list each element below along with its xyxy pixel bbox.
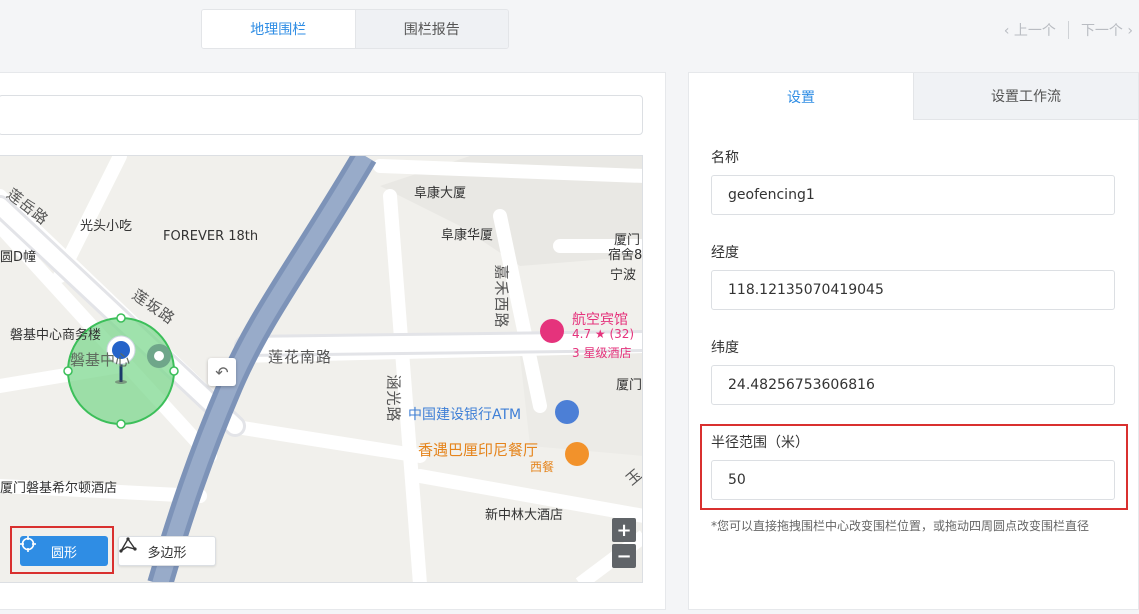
- longitude-field[interactable]: [711, 270, 1115, 310]
- hint-text: *您可以直接拖拽围栏中心改变围栏位置，或拖动四周圆点改变围栏直径: [711, 519, 1090, 533]
- next-button[interactable]: 下一个 ›: [1081, 20, 1133, 40]
- pager-divider: [1067, 21, 1069, 39]
- map-label: 4.7 ★ (32): [572, 327, 635, 341]
- map-label: 宁波: [610, 268, 637, 283]
- settings-panel: 设置 设置工作流 名称 经度 纬度 半径范围（米） *您可以直接拖拽围栏中心改变…: [688, 72, 1139, 610]
- undo-icon[interactable]: ↶: [208, 358, 236, 386]
- latitude-label: 纬度: [711, 340, 739, 356]
- map-label: 新中林大酒店: [485, 508, 564, 523]
- polygon-shape-label: 多边形: [147, 545, 187, 561]
- map-canvas[interactable]: 阜康大厦 阜康华厦 光头小吃 FOREVER 18th 莲岳路 厦门 宿舍8 宁…: [0, 155, 643, 583]
- top-tab-bar: 地理围栏 围栏报告: [201, 9, 509, 49]
- circle-shape-button[interactable]: 圆形: [20, 536, 108, 566]
- map-label: 磐基中心: [70, 351, 131, 369]
- tab-workflow[interactable]: 设置工作流: [913, 73, 1138, 120]
- map-label: 厦门: [616, 378, 643, 393]
- map-label: 3 星级酒店: [572, 346, 632, 360]
- zoom-in-button[interactable]: +: [612, 518, 636, 542]
- map-label: 厦门磐基希尔顿酒店: [0, 481, 118, 496]
- map-panel: 阜康大厦 阜康华厦 光头小吃 FOREVER 18th 莲岳路 厦门 宿舍8 宁…: [0, 72, 666, 610]
- circle-shape-label: 圆形: [50, 545, 77, 561]
- tab-geofence[interactable]: 地理围栏: [202, 10, 355, 48]
- map-search-input[interactable]: [0, 95, 643, 135]
- longitude-label: 经度: [711, 245, 739, 261]
- map-label: 圆D幢: [0, 250, 37, 265]
- pager: ‹ 上一个 下一个 ›: [1004, 20, 1133, 40]
- map-label: 光头小吃: [80, 219, 133, 234]
- name-field[interactable]: [711, 175, 1115, 215]
- polygon-shape-button[interactable]: 多边形: [118, 536, 216, 566]
- polygon-icon: [119, 537, 137, 553]
- name-label: 名称: [711, 150, 739, 166]
- crosshair-icon: [20, 536, 36, 552]
- latitude-field[interactable]: [711, 365, 1115, 405]
- map-label: 阜康大厦: [414, 186, 467, 201]
- map-label: 嘉禾西路: [492, 264, 511, 329]
- map-label: 宿舍8: [608, 248, 643, 263]
- map-label: FOREVER 18th: [163, 229, 259, 244]
- radius-label: 半径范围（米）: [711, 435, 809, 451]
- prev-button[interactable]: ‹ 上一个: [1004, 20, 1056, 40]
- map-label: 香遇巴厘印尼餐厅: [418, 441, 539, 459]
- map-label: 磐基中心商务楼: [10, 328, 102, 343]
- map-label: 航空宾馆: [572, 312, 628, 328]
- tab-settings[interactable]: 设置: [689, 73, 913, 120]
- zoom-out-button[interactable]: −: [612, 544, 636, 568]
- map-label: 涵光路: [384, 374, 403, 423]
- map-label: 中国建设银行ATM: [408, 407, 522, 423]
- radius-field[interactable]: [711, 460, 1115, 500]
- map-label: 西餐: [530, 460, 555, 474]
- settings-tab-bar: 设置 设置工作流: [689, 73, 1138, 120]
- map-label: 阜康华厦: [441, 228, 494, 243]
- map-label: 莲花南路: [268, 348, 333, 366]
- tab-fence-report[interactable]: 围栏报告: [354, 10, 508, 48]
